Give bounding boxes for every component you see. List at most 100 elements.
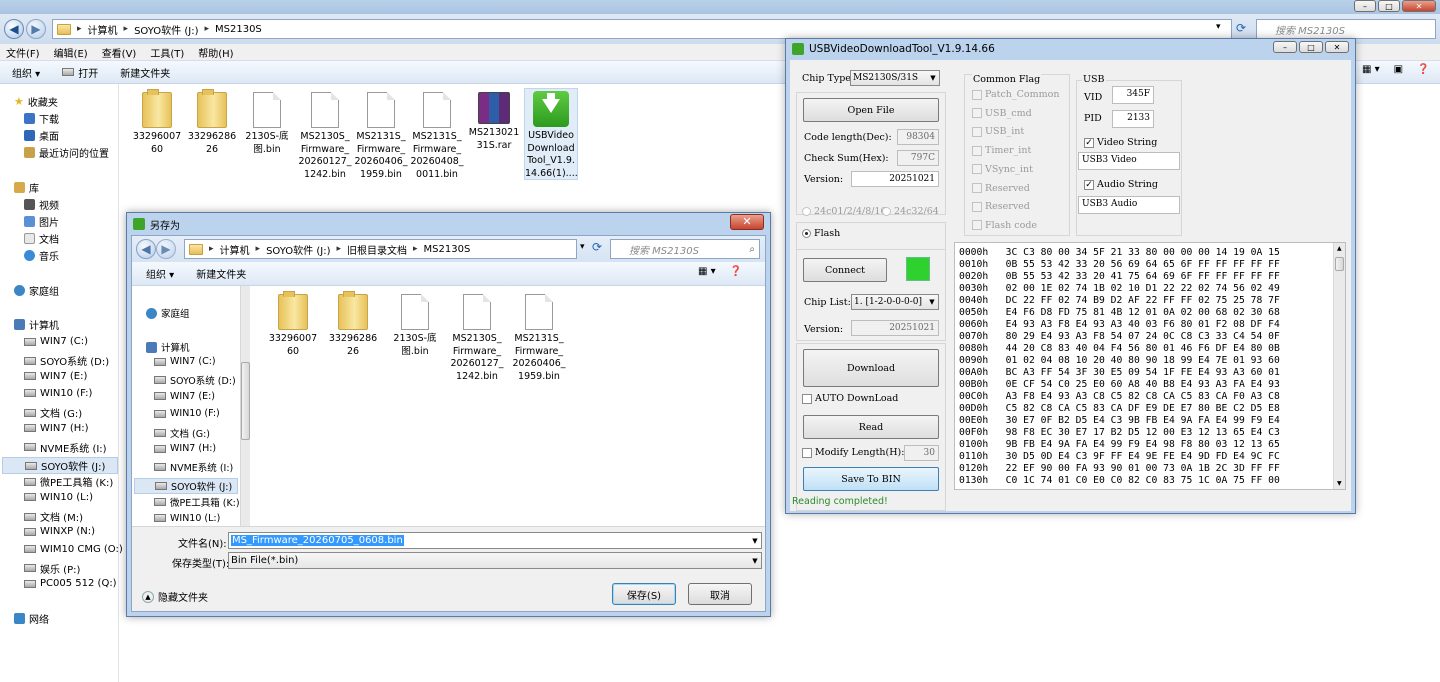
modify-length-checkbox[interactable]: Modify Length(H): xyxy=(802,447,904,458)
drive-item[interactable]: WIN7 (C:) xyxy=(154,356,216,367)
nav-library[interactable]: 库 xyxy=(14,180,39,195)
chevron-down-icon[interactable]: ▼ xyxy=(749,537,761,545)
download-button[interactable]: Download xyxy=(803,349,939,387)
drive-item[interactable]: SOYO软件 (J:) xyxy=(134,477,238,494)
new-folder-button[interactable]: 新建文件夹 xyxy=(120,65,170,80)
nav-music[interactable]: 音乐 xyxy=(24,248,59,263)
drive-item[interactable]: WIN7 (E:) xyxy=(154,391,215,402)
crumb-drive[interactable]: SOYO软件 (J:) xyxy=(134,22,198,37)
open-file-button[interactable]: Open File xyxy=(803,98,939,122)
menu-file[interactable]: 文件(F) xyxy=(6,45,40,60)
drive-item[interactable]: WIN10 (F:) xyxy=(154,408,220,419)
filename-value[interactable]: MS_Firmware_20260705_0608.bin xyxy=(231,535,404,546)
file-item[interactable]: MS2130S_ Firmware_ 20260127_ 1242.bin xyxy=(298,92,352,181)
scrollbar-thumb[interactable] xyxy=(241,362,250,440)
drive-item[interactable]: SOYO系统 (D:) xyxy=(154,373,236,387)
drive-item[interactable]: WIN7 (H:) xyxy=(24,423,89,434)
hide-folders-toggle[interactable]: ▲ 隐藏文件夹 xyxy=(142,589,208,604)
crumb-folder[interactable]: MS2130S xyxy=(424,244,471,255)
file-item[interactable]: MS2130S_ Firmware_ 20260127_ 1242.bin xyxy=(450,294,504,383)
file-item[interactable]: MS2131S_ Firmware_ 20260406_ 1959.bin xyxy=(354,92,408,181)
flag-checkbox[interactable]: VSync_int xyxy=(972,164,1033,175)
dialog-search-input[interactable]: 搜索 MS2130S ⌕ xyxy=(610,239,760,259)
back-icon[interactable]: ◀ xyxy=(4,19,24,39)
flag-checkbox[interactable]: USB_int xyxy=(972,126,1024,137)
organize-button[interactable]: 组织 ▾ xyxy=(146,266,174,281)
drive-item[interactable]: 文档 (M:) xyxy=(24,509,83,524)
file-item[interactable]: 2130S-底 图.bin xyxy=(240,92,294,156)
filetype-select[interactable]: Bin File(*.bin) ▼ xyxy=(228,552,762,569)
flag-checkbox[interactable]: Reserved xyxy=(972,183,1030,194)
new-folder-button[interactable]: 新建文件夹 xyxy=(196,266,246,281)
audio-string-field[interactable]: USB3 Audio xyxy=(1078,196,1180,214)
audio-string-checkbox[interactable]: ✓ Audio String xyxy=(1084,179,1158,190)
drive-item[interactable]: PC005 512 (Q:) xyxy=(24,578,117,589)
drive-item[interactable]: WIN7 (H:) xyxy=(154,443,216,454)
drive-item[interactable]: WIM10 CMG (O:) xyxy=(24,544,123,555)
dialog-close-button[interactable]: ✕ xyxy=(730,214,764,230)
drive-item[interactable]: 文档 (G:) xyxy=(24,405,82,420)
file-item[interactable]: MS2131S_ Firmware_ 20260408_ 0011.bin xyxy=(410,92,464,181)
drive-item[interactable]: WIN7 (E:) xyxy=(24,371,87,382)
chevron-down-icon[interactable]: ▼ xyxy=(749,557,761,565)
connect-button[interactable]: Connect xyxy=(803,258,887,282)
drive-item[interactable]: SOYO系统 (D:) xyxy=(24,353,109,368)
explorer-breadcrumb[interactable]: ▸ 计算机 ▸ SOYO软件 (J:) ▸ MS2130S xyxy=(52,19,1232,39)
close-button[interactable]: ✕ xyxy=(1402,0,1436,12)
drive-item[interactable]: WIN10 (F:) xyxy=(24,388,92,399)
nav-favorites[interactable]: ★ 收藏夹 xyxy=(14,94,58,109)
scroll-down-icon[interactable]: ▼ xyxy=(1337,480,1342,487)
flag-checkbox[interactable]: Timer_int xyxy=(972,145,1031,156)
dropdown-arrow-icon[interactable]: ▾ xyxy=(1216,22,1221,32)
version-field[interactable]: 20251021 xyxy=(851,171,939,187)
maximize-button[interactable]: □ xyxy=(1378,0,1400,12)
dialog-back-icon[interactable]: ◀ xyxy=(136,239,156,259)
nav-videos[interactable]: 视频 xyxy=(24,197,59,212)
file-item[interactable]: 33296286 26 xyxy=(185,89,239,156)
drive-item[interactable]: WIN10 (L:) xyxy=(24,492,93,503)
read-button[interactable]: Read xyxy=(803,415,939,439)
file-item[interactable]: 2130S-底 图.bin xyxy=(388,294,442,358)
close-button[interactable]: ✕ xyxy=(1325,41,1349,53)
nav-computer[interactable]: 计算机 xyxy=(14,317,59,332)
help-icon[interactable]: ❓ xyxy=(1417,64,1429,75)
video-string-field[interactable]: USB3 Video xyxy=(1078,152,1180,170)
scroll-up-icon[interactable]: ▲ xyxy=(1337,245,1342,252)
pid-field[interactable]: 2133 xyxy=(1112,110,1154,128)
chip-list-select[interactable]: 1. [1-2-0-0-0-0] ▼ xyxy=(851,294,939,310)
flag-checkbox[interactable]: Reserved xyxy=(972,201,1030,212)
nav-homegroup[interactable]: 家庭组 xyxy=(14,283,59,298)
nav-documents[interactable]: 文档 xyxy=(24,231,59,246)
vid-field[interactable]: 345F xyxy=(1112,86,1154,104)
auto-download-checkbox[interactable]: AUTO DownLoad xyxy=(802,393,898,404)
hex-scrollbar[interactable]: ▲ ▼ xyxy=(1333,243,1345,489)
menu-view[interactable]: 查看(V) xyxy=(102,45,137,60)
video-string-checkbox[interactable]: ✓ Video String xyxy=(1084,137,1157,148)
crumb-computer[interactable]: 计算机 xyxy=(88,22,118,37)
file-item[interactable]: USBVideo Download Tool_V1.9. 14.66(1).... xyxy=(524,88,578,180)
preview-pane-icon[interactable]: ▣ xyxy=(1394,64,1403,75)
radio-24c32[interactable]: 24c32/64 xyxy=(882,206,939,217)
dlg-nav-computer[interactable]: 计算机 xyxy=(146,340,190,354)
crumb-drive[interactable]: SOYO软件 (J:) xyxy=(266,242,330,257)
flag-checkbox[interactable]: USB_cmd xyxy=(972,108,1032,119)
drive-item[interactable]: WIN7 (C:) xyxy=(24,336,88,347)
dropdown-arrow-icon[interactable]: ▾ xyxy=(580,242,585,252)
filename-input[interactable]: MS_Firmware_20260705_0608.bin ▼ xyxy=(228,532,762,549)
drive-item[interactable]: 文档 (G:) xyxy=(154,426,210,440)
forward-icon[interactable]: ▶ xyxy=(26,19,46,39)
dialog-nav-scrollbar[interactable] xyxy=(240,286,250,526)
help-icon[interactable]: ❓ xyxy=(730,266,742,277)
open-button[interactable]: 打开 xyxy=(62,65,98,80)
dlg-nav-homegroup[interactable]: 家庭组 xyxy=(146,306,190,320)
drive-item[interactable]: WIN10 (L:) xyxy=(154,513,220,524)
file-item[interactable]: 33296286 26 xyxy=(326,291,380,358)
nav-recent[interactable]: 最近访问的位置 xyxy=(24,145,109,160)
view-icon[interactable]: ▦ ▾ xyxy=(698,266,716,277)
flag-checkbox[interactable]: Flash code xyxy=(972,220,1037,231)
file-item[interactable]: MS213021 31S.rar xyxy=(467,92,521,152)
menu-edit[interactable]: 编辑(E) xyxy=(54,45,88,60)
nav-downloads[interactable]: 下载 xyxy=(24,111,59,126)
radio-24c01[interactable]: 24c01/2/4/8/16 xyxy=(802,206,887,217)
scrollbar-thumb[interactable] xyxy=(1335,257,1344,271)
